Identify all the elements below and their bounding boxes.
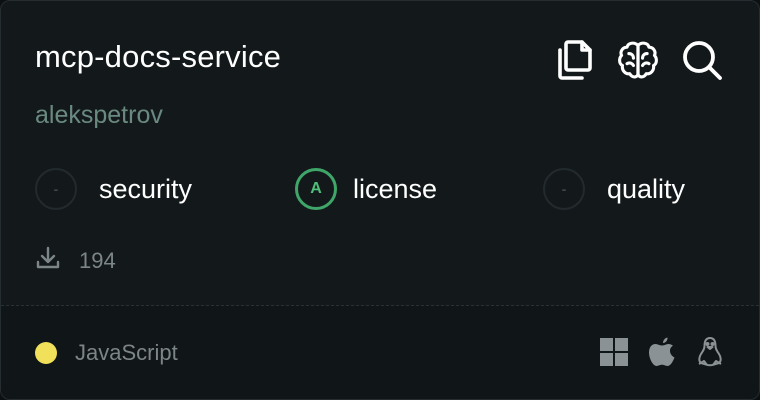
language: JavaScript bbox=[35, 340, 178, 366]
brain-icon[interactable] bbox=[617, 37, 659, 83]
security-score[interactable]: - security bbox=[35, 165, 192, 213]
windows-icon bbox=[599, 336, 629, 368]
download-icon bbox=[35, 245, 61, 276]
security-grade-badge: - bbox=[35, 168, 77, 210]
score-row: - security A license - quality bbox=[35, 165, 735, 213]
copy-icon[interactable] bbox=[553, 37, 595, 83]
license-score[interactable]: A license bbox=[295, 165, 437, 213]
search-icon[interactable] bbox=[681, 37, 723, 83]
language-dot-icon bbox=[35, 342, 57, 364]
card-footer: JavaScript bbox=[1, 306, 759, 399]
apple-icon bbox=[647, 336, 677, 368]
download-count: 194 bbox=[79, 247, 116, 273]
card-actions bbox=[553, 37, 723, 83]
license-grade-badge: A bbox=[295, 168, 337, 210]
quality-label: quality bbox=[607, 173, 686, 204]
linux-icon bbox=[695, 336, 725, 368]
quality-grade-badge: - bbox=[543, 168, 585, 210]
language-name: JavaScript bbox=[75, 340, 178, 365]
license-label: license bbox=[353, 173, 438, 204]
server-author[interactable]: alekspetrov bbox=[35, 101, 163, 130]
downloads: 194 bbox=[35, 245, 116, 276]
security-label: security bbox=[99, 173, 193, 204]
platforms bbox=[599, 336, 725, 368]
server-card[interactable]: mcp-docs-service alekspetrov - security … bbox=[0, 0, 760, 400]
quality-score[interactable]: - quality bbox=[543, 165, 685, 213]
server-name[interactable]: mcp-docs-service bbox=[35, 39, 281, 75]
